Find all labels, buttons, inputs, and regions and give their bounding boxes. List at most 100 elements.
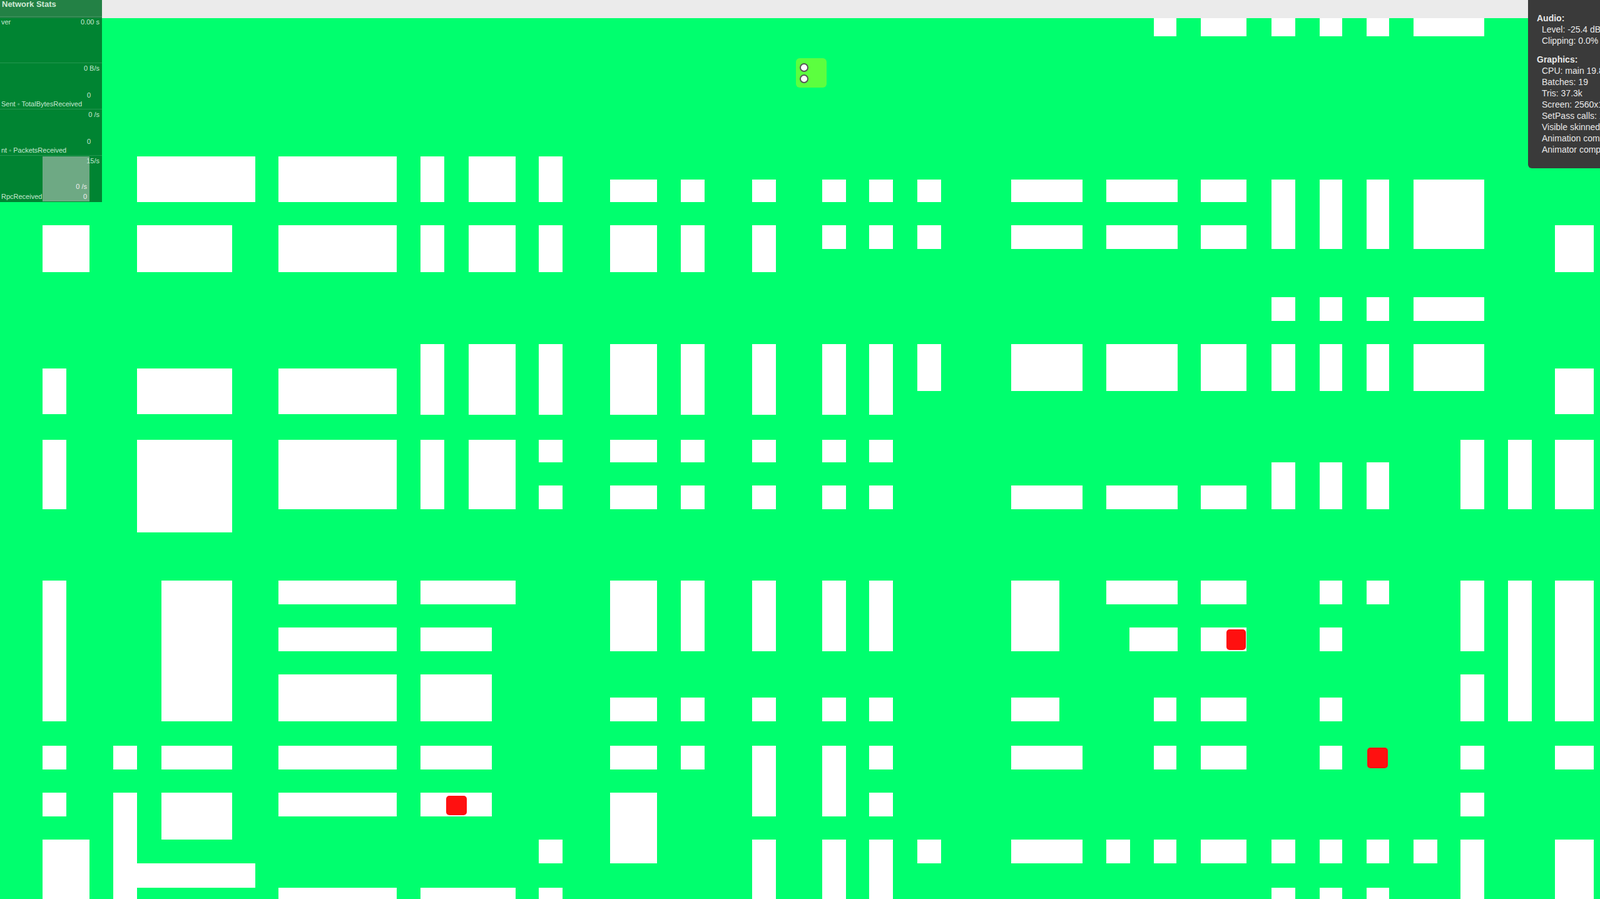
graph-min: 0 /s (75, 182, 87, 191)
wall-block (1554, 745, 1594, 770)
wall-block (1460, 792, 1485, 817)
wall-block (1319, 745, 1343, 770)
enemy (1226, 629, 1246, 651)
wall-block (538, 225, 563, 273)
wall-block (822, 439, 846, 463)
wall-block (1460, 745, 1485, 770)
wall-block (278, 887, 397, 899)
wall-block (1271, 179, 1296, 250)
stat-line: Batches: 19 (1536, 76, 1600, 88)
wall-block (1554, 580, 1594, 722)
stat-line: CPU: main 19.8 (1536, 65, 1600, 77)
wall-block (917, 179, 942, 203)
wall-block (161, 792, 233, 840)
section-heading: Graphics: (1536, 53, 1600, 66)
stat-line: Animation comp (1536, 132, 1600, 144)
wall-block (1319, 627, 1343, 652)
wall-block (420, 887, 516, 899)
wall-block (680, 580, 705, 652)
wall-block (610, 580, 658, 652)
wall-block (1153, 18, 1177, 37)
wall-block (42, 439, 67, 510)
wall-block (1366, 839, 1390, 864)
wall-block (1366, 179, 1390, 250)
wall-block (1319, 344, 1343, 392)
top-bar (0, 0, 1600, 19)
graph-min: 0 (86, 91, 91, 99)
wall-block (1011, 344, 1083, 392)
graph-zero: 0 (83, 192, 87, 201)
stat-line: Clipping: 0.0% (1536, 35, 1600, 47)
stat-line: Tris: 37.3k (1536, 87, 1600, 99)
wall-block (917, 344, 942, 392)
wall-block (420, 580, 516, 605)
wall-block (1271, 839, 1296, 864)
wall-block (752, 439, 776, 463)
wall-block (822, 225, 846, 250)
wall-block (752, 225, 776, 273)
wall-block (161, 580, 233, 722)
graph-caption: ver (1, 18, 11, 26)
wall-block (1106, 485, 1178, 510)
wall-block (1554, 439, 1594, 510)
wall-block (1129, 627, 1178, 652)
wall-block (538, 887, 563, 899)
eye-icon (799, 63, 809, 72)
wall-block (137, 368, 233, 415)
wall-block (1271, 297, 1296, 322)
wall-block (610, 344, 658, 415)
wall-block (278, 674, 397, 722)
wall-block (278, 745, 397, 770)
wall-block (42, 580, 67, 722)
wall-block (869, 225, 893, 250)
graph-caption: RpcReceived (1, 192, 42, 201)
wall-block (680, 745, 705, 770)
wall-block (1011, 485, 1083, 510)
wall-block (1413, 839, 1438, 864)
wall-block (1200, 225, 1247, 250)
wall-block (680, 439, 705, 463)
wall-block (610, 697, 658, 722)
wall-block (420, 439, 445, 510)
wall-block (1366, 344, 1390, 392)
stat-line: Animator comp (1536, 143, 1600, 156)
wall-block (1319, 887, 1343, 899)
wall-block (869, 439, 893, 463)
wall-block (752, 485, 776, 510)
wall-block (1460, 674, 1485, 722)
wall-block (137, 863, 256, 888)
wall-block (1460, 439, 1485, 510)
wall-block (752, 580, 776, 652)
player[interactable] (795, 58, 827, 88)
wall-block (1319, 580, 1343, 605)
wall-block (1011, 225, 1083, 250)
wall-block (869, 792, 893, 817)
wall-block (1319, 462, 1343, 510)
wall-block (1200, 839, 1247, 864)
wall-block (1271, 887, 1296, 899)
eye-icon (799, 74, 809, 84)
wall-block (538, 485, 563, 510)
wall-block (869, 839, 893, 899)
graph-max: 0 B/s (83, 64, 100, 72)
graph-caption: Sent ◦ TotalBytesReceived (1, 100, 82, 108)
wall-block (1366, 18, 1390, 37)
wall-block (752, 745, 776, 817)
wall-block (917, 225, 942, 250)
wall-block (42, 792, 67, 817)
wall-block (822, 745, 846, 817)
wall-block (1271, 18, 1296, 37)
wall-block (137, 439, 233, 533)
wall-block (680, 485, 705, 510)
wall-block (468, 225, 516, 273)
wall-block (1554, 225, 1594, 273)
wall-block (1200, 485, 1247, 510)
wall-block (113, 745, 138, 770)
stat-graph: 0.00 sver (0, 16, 102, 63)
wall-block (1319, 179, 1343, 250)
wall-block (869, 485, 893, 510)
wall-block (610, 225, 658, 273)
wall-block (610, 745, 658, 770)
network-stats-panel: Network Stats0.00 sver0 B/s0Sent ◦ Total… (0, 0, 102, 203)
wall-block (1200, 18, 1247, 37)
